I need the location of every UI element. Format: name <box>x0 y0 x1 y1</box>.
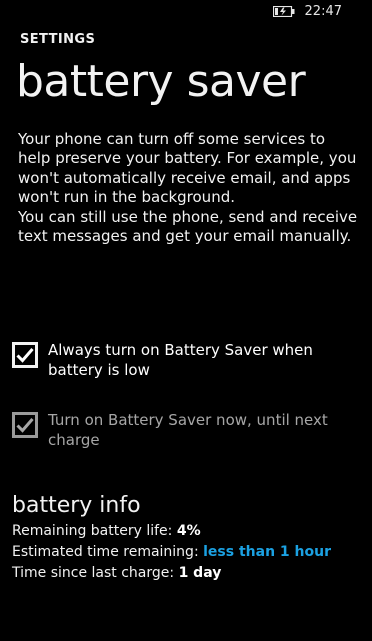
info-label: Estimated time remaining: <box>12 544 199 560</box>
info-label: Remaining battery life: <box>12 523 173 539</box>
check-icon <box>16 418 34 433</box>
page-kicker: SETTINGS <box>20 32 96 47</box>
info-value-estimated-time: less than 1 hour <box>203 544 331 560</box>
check-icon <box>16 348 34 363</box>
option-turn-on-now[interactable]: Turn on Battery Saver now, until next ch… <box>12 410 357 450</box>
option-label-always-on: Always turn on Battery Saver when batter… <box>48 341 313 379</box>
info-value-time-since-charge: 1 day <box>178 565 222 581</box>
status-bar: 22:47 <box>272 4 342 19</box>
page-title: battery saver <box>16 56 306 107</box>
description-paragraph-2: You can still use the phone, send and re… <box>18 207 358 246</box>
battery-info-heading: battery info <box>12 493 141 518</box>
checkbox-always-on-when-low[interactable] <box>12 342 38 368</box>
checkbox-turn-on-now[interactable] <box>12 412 38 438</box>
info-label: Time since last charge: <box>12 565 175 581</box>
option-label-turn-on-now: Turn on Battery Saver now, until next ch… <box>48 411 328 449</box>
info-value-remaining-life: 4% <box>176 523 201 539</box>
info-row-estimated-time: Estimated time remaining: less than 1 ho… <box>12 542 331 563</box>
battery-charging-icon <box>272 6 295 17</box>
option-always-on-when-low[interactable]: Always turn on Battery Saver when batter… <box>12 340 357 380</box>
description-paragraph-1: Your phone can turn off some services to… <box>18 130 357 207</box>
battery-info-list: Remaining battery life: 4% Estimated tim… <box>12 521 331 584</box>
description: Your phone can turn off some services to… <box>18 130 358 246</box>
clock: 22:47 <box>304 4 342 19</box>
info-row-remaining-life: Remaining battery life: 4% <box>12 521 331 542</box>
info-row-time-since-charge: Time since last charge: 1 day <box>12 563 331 584</box>
